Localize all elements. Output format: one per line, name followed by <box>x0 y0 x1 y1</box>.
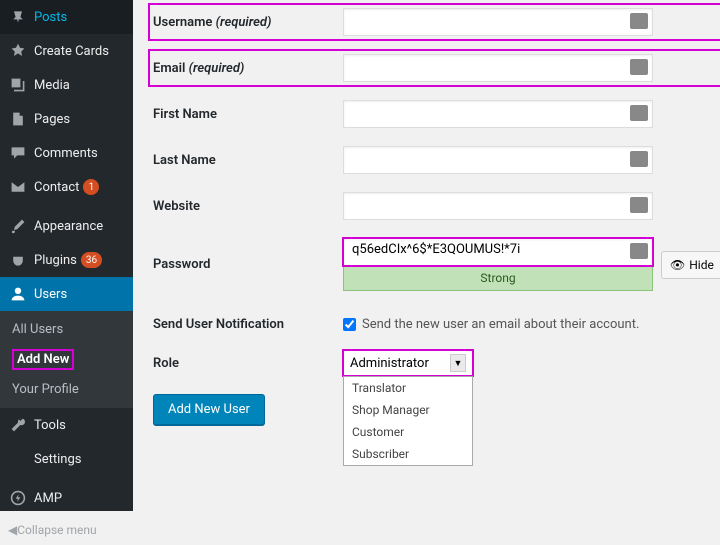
role-dropdown: Translator Shop Manager Customer Subscri… <box>343 376 473 466</box>
sidebar-item-tools[interactable]: Tools <box>0 408 133 442</box>
keyboard-icon <box>630 151 648 167</box>
keyboard-icon <box>630 197 648 213</box>
row-notification: Send User Notification Send the new user… <box>153 317 720 332</box>
role-select[interactable]: Administrator ▼ <box>343 350 473 376</box>
label-password: Password <box>153 257 343 272</box>
row-role: Role Administrator ▼ Translator Shop Man… <box>153 350 720 376</box>
envelope-icon <box>8 177 28 197</box>
sidebar-item-users[interactable]: Users <box>0 277 133 311</box>
submenu-your-profile[interactable]: Your Profile <box>0 376 133 403</box>
row-email: Email (required) <box>153 54 720 82</box>
password-strength: Strong <box>343 265 653 291</box>
label-lastname: Last Name <box>153 153 343 168</box>
comment-icon <box>8 143 28 163</box>
submenu-all-users[interactable]: All Users <box>0 316 133 343</box>
label-website: Website <box>153 199 343 214</box>
label-username: Username (required) <box>153 15 343 30</box>
eye-slash-icon: 👁 <box>670 258 685 272</box>
add-new-user-button[interactable]: Add New User <box>153 394 265 425</box>
label-email: Email (required) <box>153 61 343 76</box>
admin-sidebar: Posts Create Cards Media Pages Comments … <box>0 0 133 511</box>
password-input[interactable]: q56edCIx^6$*E3QOUMUS!*7i <box>343 238 653 266</box>
keyboard-icon <box>630 13 648 29</box>
row-website: Website <box>153 192 720 220</box>
label-role: Role <box>153 356 343 371</box>
brush-icon <box>8 216 28 236</box>
wrench-icon <box>8 415 28 435</box>
chevron-down-icon: ▼ <box>450 354 466 372</box>
label-notification: Send User Notification <box>153 317 343 332</box>
amp-icon <box>8 488 28 508</box>
role-option[interactable]: Subscriber <box>344 443 472 465</box>
keyboard-icon <box>630 243 648 259</box>
role-option[interactable]: Customer <box>344 421 472 443</box>
label-firstname: First Name <box>153 107 343 122</box>
collapse-icon: ◀ <box>8 523 17 537</box>
plugins-badge: 36 <box>81 252 102 268</box>
email-input[interactable] <box>343 54 653 82</box>
username-input[interactable] <box>343 8 653 36</box>
plug-icon <box>8 250 28 270</box>
sidebar-item-plugins[interactable]: Plugins36 <box>0 243 133 277</box>
sliders-icon <box>8 449 28 469</box>
submenu-add-new[interactable]: Add New <box>0 343 133 376</box>
collapse-menu[interactable]: ◀Collapse menu <box>0 515 133 545</box>
users-submenu: All Users Add New Your Profile <box>0 311 133 408</box>
notification-text: Send the new user an email about their a… <box>362 317 639 332</box>
lastname-input[interactable] <box>343 146 653 174</box>
keyboard-icon <box>630 59 648 75</box>
sidebar-item-appearance[interactable]: Appearance <box>0 209 133 243</box>
website-input[interactable] <box>343 192 653 220</box>
contact-badge: 1 <box>83 179 99 195</box>
sidebar-item-pages[interactable]: Pages <box>0 102 133 136</box>
row-lastname: Last Name <box>153 146 720 174</box>
media-icon <box>8 75 28 95</box>
row-firstname: First Name <box>153 100 720 128</box>
page-icon <box>8 109 28 129</box>
row-username: Username (required) <box>153 8 720 36</box>
sidebar-item-posts[interactable]: Posts <box>0 0 133 34</box>
firstname-input[interactable] <box>343 100 653 128</box>
star-icon <box>8 41 28 61</box>
hide-password-button[interactable]: 👁Hide <box>661 251 720 279</box>
sidebar-item-comments[interactable]: Comments <box>0 136 133 170</box>
role-option[interactable]: Shop Manager <box>344 399 472 421</box>
keyboard-icon <box>630 105 648 121</box>
role-option[interactable]: Translator <box>344 377 472 399</box>
notification-checkbox[interactable] <box>343 318 356 331</box>
pin-icon <box>8 7 28 27</box>
sidebar-item-media[interactable]: Media <box>0 68 133 102</box>
user-icon <box>8 284 28 304</box>
sidebar-item-amp[interactable]: AMP <box>0 481 133 515</box>
role-select-wrap: Administrator ▼ Translator Shop Manager … <box>343 350 473 376</box>
sidebar-item-settings[interactable]: Settings <box>0 442 133 476</box>
main-content: Username (required) Email (required) Fir… <box>133 0 720 511</box>
sidebar-item-create-cards[interactable]: Create Cards <box>0 34 133 68</box>
sidebar-item-contact[interactable]: Contact1 <box>0 170 133 204</box>
row-password: Password q56edCIx^6$*E3QOUMUS!*7i Strong… <box>153 238 720 291</box>
